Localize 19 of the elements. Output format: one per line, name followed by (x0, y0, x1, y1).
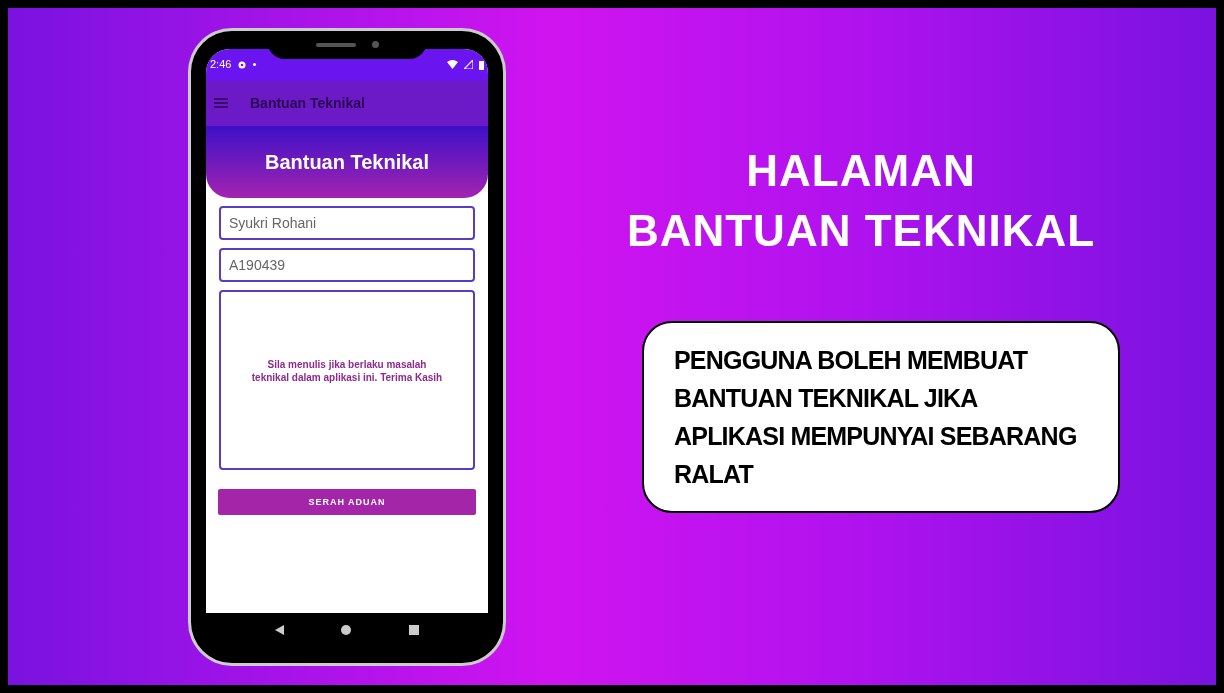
header-title: Bantuan Teknikal (264, 149, 430, 175)
camera-icon (371, 41, 379, 48)
gear-icon (237, 59, 248, 70)
submit-button[interactable]: SERAH ADUAN (218, 489, 476, 516)
slide-heading: BANTUAN TEKNIKAL (626, 204, 1096, 257)
speaker-icon (315, 42, 356, 47)
text-field[interactable]: A190439 (219, 247, 475, 282)
app-bar-title: Bantuan Teknikal (250, 93, 365, 113)
description-text: PENGGUNA BOLEH MEMBUAT BANTUAN TEKNIKAL JIKA APLIKASI MEMPUNYAI SEBARANG RALAT (674, 344, 1078, 490)
text-field[interactable]: Syukri Rohani (219, 205, 475, 240)
back-icon[interactable] (274, 624, 284, 635)
slide-heading: HALAMAN (746, 144, 976, 197)
signal-icon (464, 60, 473, 69)
wifi-icon (447, 60, 458, 69)
status-time: 2:46 (210, 57, 232, 73)
home-icon[interactable] (341, 624, 352, 635)
battery-icon (479, 59, 484, 70)
recents-icon[interactable] (409, 624, 420, 635)
message-field[interactable]: Sila menulis jika berlaku masalah teknikal dalam aplikasi ini. Terima Kasih (219, 289, 475, 470)
